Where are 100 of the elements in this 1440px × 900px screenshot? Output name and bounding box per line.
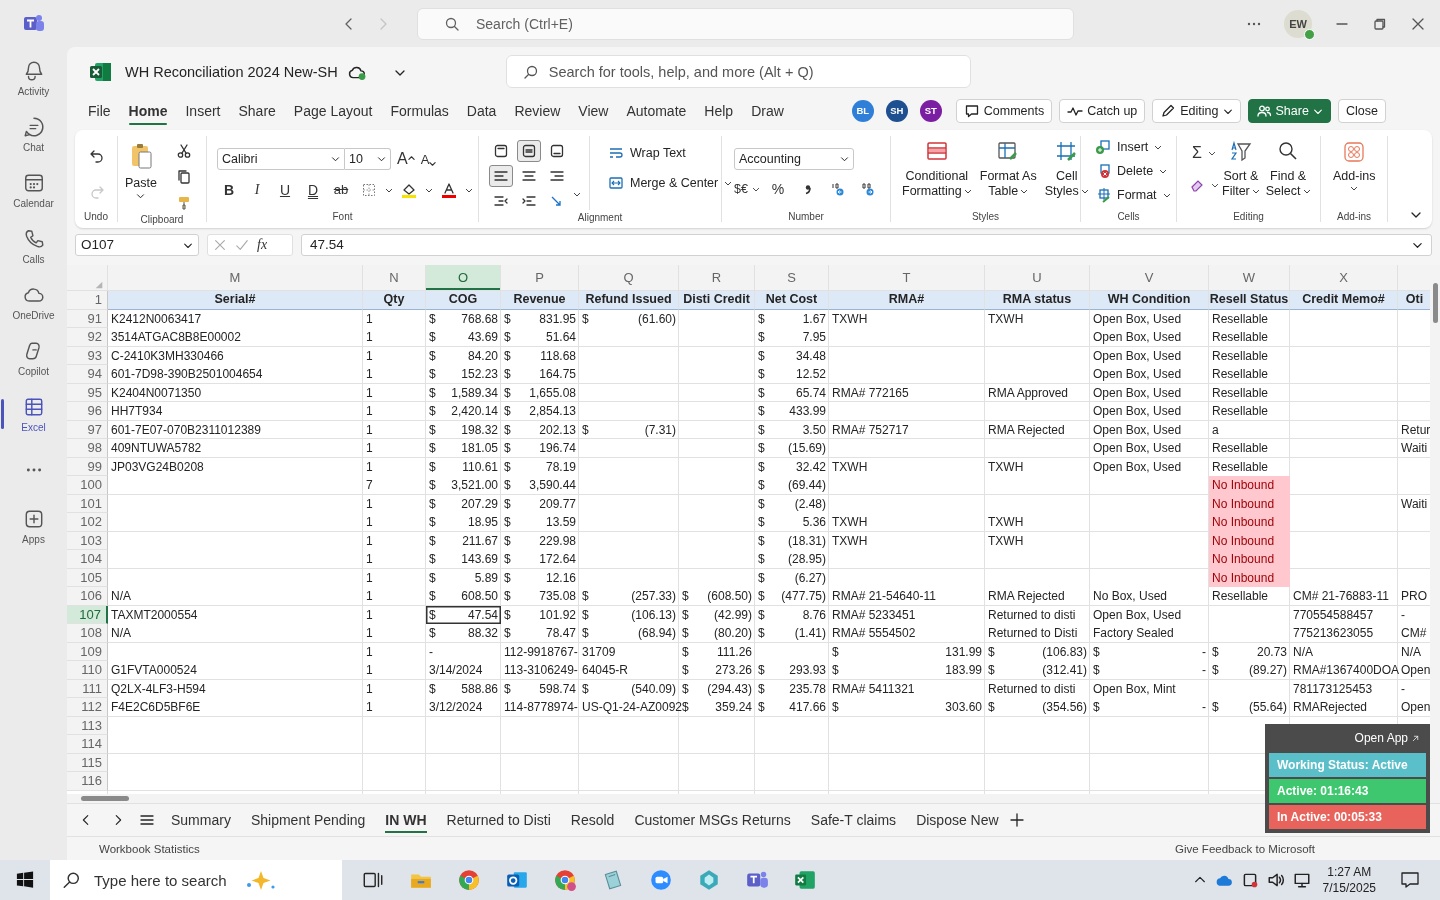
text-style-button[interactable]: U: [273, 178, 297, 201]
sheet-tab[interactable]: Summary: [161, 804, 241, 837]
sheet-tab[interactable]: IN WH: [375, 804, 437, 837]
paste-button[interactable]: Paste: [122, 135, 160, 214]
number-format-dropdown[interactable]: Accounting: [734, 147, 854, 170]
row-header[interactable]: 106: [67, 587, 108, 606]
menu-tab[interactable]: File: [88, 98, 111, 123]
text-style-button[interactable]: ab: [329, 178, 353, 201]
name-box[interactable]: O107: [75, 233, 199, 256]
row-header[interactable]: 110: [67, 661, 108, 680]
text-style-button[interactable]: D: [301, 178, 325, 201]
rail-item[interactable]: Activity: [2, 55, 65, 101]
font-name-dropdown[interactable]: Calibri: [217, 147, 345, 170]
taskbar-search-field[interactable]: Type here to search: [50, 860, 342, 900]
text-style-button[interactable]: B: [217, 178, 241, 201]
column-header[interactable]: S: [755, 264, 829, 291]
menu-tab[interactable]: Review: [514, 98, 561, 123]
sheet-tab[interactable]: Returned to Disti: [436, 804, 561, 837]
menu-tab[interactable]: Automate: [626, 98, 687, 123]
column-header[interactable]: U: [985, 264, 1090, 291]
column-header[interactable]: N: [363, 264, 426, 291]
column-header[interactable]: X: [1290, 264, 1398, 291]
column-header[interactable]: O: [426, 264, 501, 291]
user-avatar[interactable]: EW: [1284, 9, 1312, 38]
search-field[interactable]: Search (Ctrl+E): [417, 7, 1074, 40]
network-icon[interactable]: [1292, 871, 1311, 889]
row-header[interactable]: 112: [67, 698, 108, 717]
format-cells-button[interactable]: Format: [1091, 183, 1175, 206]
menu-tab[interactable]: Draw: [751, 98, 784, 123]
column-header[interactable]: P: [501, 264, 579, 291]
rail-item[interactable]: Calendar: [2, 167, 65, 213]
close-button[interactable]: Close: [1337, 98, 1386, 123]
collaborator-avatar[interactable]: ST: [919, 99, 942, 122]
menu-tab[interactable]: Home: [128, 98, 168, 123]
sheet-tab[interactable]: Safe-T claims: [800, 804, 907, 837]
row-header[interactable]: 98: [67, 439, 108, 458]
cell-styles-button[interactable]: Cell Styles: [1041, 135, 1092, 211]
row-header[interactable]: 116: [67, 772, 108, 791]
add-sheet-icon[interactable]: [1008, 812, 1025, 829]
rail-item[interactable]: Apps: [2, 503, 65, 549]
windows-icon[interactable]: [16, 871, 34, 889]
row-header[interactable]: 96: [67, 402, 108, 421]
scrollbar-thumb[interactable]: [1433, 282, 1438, 323]
editing-button[interactable]: Editing: [1152, 98, 1241, 123]
add-ins-button[interactable]: Add-ins: [1325, 135, 1379, 211]
rail-item[interactable]: Chat: [2, 111, 65, 157]
notification-icon[interactable]: [1400, 870, 1420, 890]
menu-tab[interactable]: Page Layout: [293, 98, 373, 123]
shrink-font-button[interactable]: A: [420, 147, 437, 170]
row-header[interactable]: 102: [67, 513, 108, 532]
open-app-button[interactable]: Open App: [1348, 728, 1426, 751]
column-header[interactable]: Q: [579, 264, 679, 291]
sheet-tab[interactable]: Resold: [560, 804, 625, 837]
wrap-text-button[interactable]: Wrap Text: [604, 139, 737, 166]
find-select-button[interactable]: Find & Select: [1262, 135, 1314, 211]
row-header[interactable]: 94: [67, 365, 108, 384]
text-style-button[interactable]: I: [245, 178, 269, 201]
percent-button[interactable]: %: [765, 177, 790, 200]
sheet-tab[interactable]: Customer MSGs Returns: [624, 804, 801, 837]
status-text[interactable]: Workbook Statistics: [99, 842, 200, 855]
delete-cells-button[interactable]: Delete: [1091, 159, 1175, 182]
rail-item[interactable]: Copilot: [2, 335, 65, 381]
autosum-button[interactable]: Σ: [1189, 141, 1219, 164]
formula-field[interactable]: 47.54: [301, 233, 1432, 256]
menu-tab[interactable]: Share: [238, 98, 276, 123]
insert-cells-button[interactable]: Insert: [1091, 135, 1175, 158]
currency-button[interactable]: $€: [734, 177, 760, 200]
collaborator-avatar[interactable]: BL: [851, 99, 874, 122]
insert-function-button[interactable]: fx: [257, 236, 268, 253]
row-header[interactable]: 108: [67, 624, 108, 643]
comments-button[interactable]: Comments: [955, 98, 1053, 123]
column-header[interactable]: M: [108, 264, 363, 291]
menu-tab[interactable]: Data: [466, 98, 497, 123]
rail-item[interactable]: OneDrive: [2, 279, 65, 325]
sort-filter-button[interactable]: Sort & Filter: [1219, 135, 1263, 211]
scrollbar-thumb[interactable]: [81, 796, 129, 802]
format-as-table-button[interactable]: Format As Table: [976, 135, 1040, 211]
column-header[interactable]: R: [679, 264, 755, 291]
column-header[interactable]: T: [829, 264, 985, 291]
conditional-formatting-button[interactable]: Conditional Formatting: [899, 135, 975, 211]
rail-item[interactable]: Calls: [2, 223, 65, 269]
check-icon[interactable]: [235, 237, 249, 252]
collaborator-avatar[interactable]: SH: [885, 99, 908, 122]
speaker-icon[interactable]: [1266, 871, 1285, 889]
menu-tab[interactable]: Help: [704, 98, 734, 123]
sheet-tab[interactable]: Shipment Pending: [240, 804, 376, 837]
row-header[interactable]: 100: [67, 476, 108, 495]
row-header[interactable]: 114: [67, 735, 108, 754]
sheet-tab[interactable]: Dispose New: [906, 804, 1009, 837]
catchup-button[interactable]: Catch up: [1059, 98, 1146, 123]
font-size-dropdown[interactable]: 10: [345, 147, 391, 170]
horizontal-align-button[interactable]: [489, 164, 513, 187]
clock[interactable]: 1:27 AM 7/15/2025: [1322, 864, 1376, 896]
vertical-align-button[interactable]: [517, 139, 541, 162]
share-button[interactable]: Share: [1247, 98, 1331, 123]
grow-font-button[interactable]: A: [397, 147, 415, 170]
row-header[interactable]: 92: [67, 328, 108, 347]
row-header[interactable]: 104: [67, 550, 108, 569]
menu-tab[interactable]: Insert: [185, 98, 221, 123]
column-header[interactable]: W: [1209, 264, 1290, 291]
